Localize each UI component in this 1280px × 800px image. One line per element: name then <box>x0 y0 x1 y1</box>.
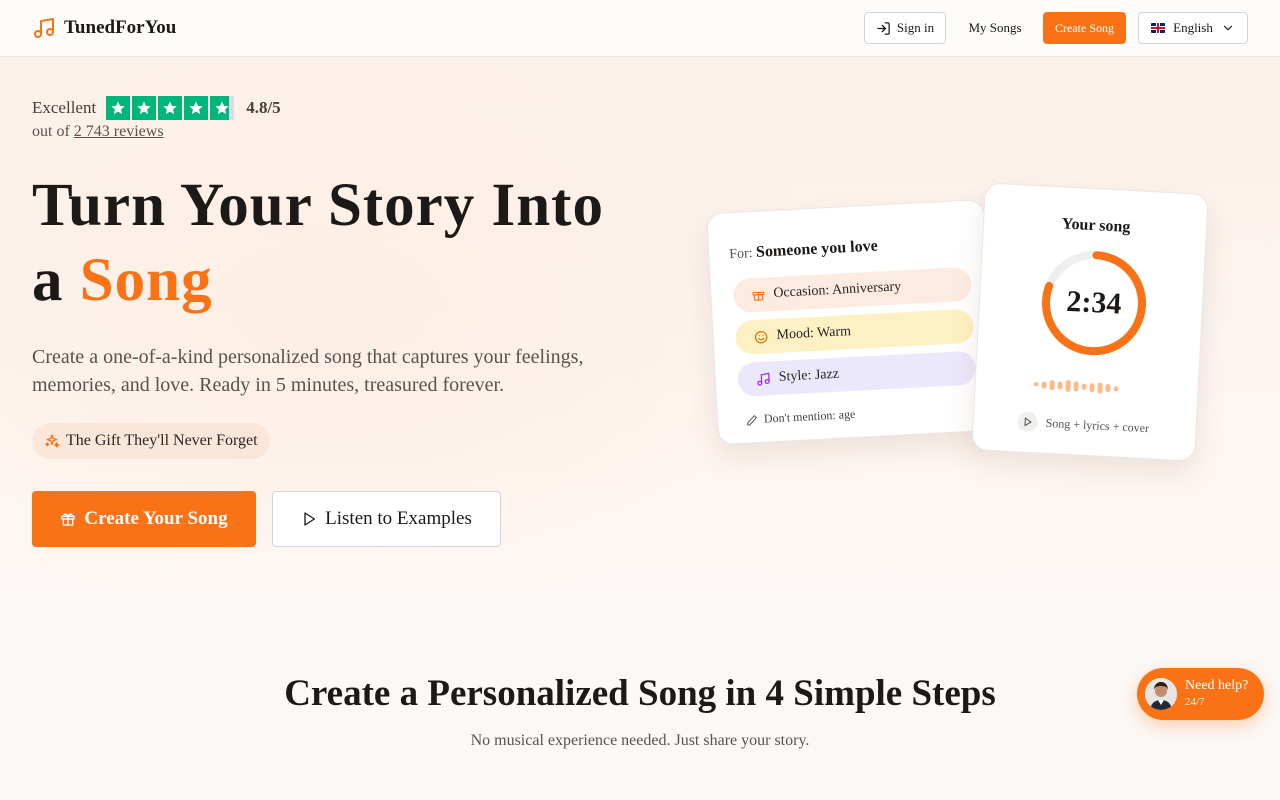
create-your-song-button[interactable]: Create Your Song <box>32 491 256 547</box>
pencil-icon <box>747 414 757 426</box>
sparkles-icon <box>45 434 60 448</box>
star-icon <box>184 96 209 120</box>
gift-icon <box>61 513 76 526</box>
help-availability: 24/7 <box>1185 696 1205 708</box>
song-duration: 2:34 <box>1065 284 1123 321</box>
rating-summary: Excellent 4.8/5 <box>32 96 281 120</box>
headline-a: a <box>32 247 64 314</box>
listen-examples-button[interactable]: Listen to Examples <box>272 491 501 547</box>
style-tag: Style: Jazz <box>736 350 977 397</box>
style-label: Style: Jazz <box>778 366 840 385</box>
play-icon[interactable] <box>1017 411 1039 433</box>
create-your-song-label: Create Your Song <box>84 508 228 529</box>
song-contents-label: Song + lyrics + cover <box>1045 415 1150 435</box>
sign-in-label: Sign in <box>896 20 935 35</box>
recipient-line: For: Someone you love <box>729 238 878 264</box>
occasion-tag: Occasion: Anniversary <box>732 266 973 314</box>
star-icon <box>132 96 157 120</box>
rating-score: 4.8/5 <box>246 98 281 117</box>
top-nav: TunedForYou Sign in My Songs Create Song… <box>0 0 1280 57</box>
listen-examples-label: Listen to Examples <box>325 508 472 529</box>
dont-mention-label: Don't mention: age <box>763 406 856 426</box>
gift-badge: The Gift They'll Never Forget <box>32 423 270 459</box>
reviews-link[interactable]: 2 743 reviews <box>74 123 164 140</box>
language-select[interactable]: English <box>1138 12 1248 44</box>
steps-heading: Create a Personalized Song in 4 Simple S… <box>284 673 996 714</box>
help-title: Need help? <box>1185 678 1249 693</box>
headline-line-1: Turn Your Story Into <box>32 172 604 239</box>
my-songs-link[interactable]: My Songs <box>960 12 1030 44</box>
waveform <box>1033 378 1119 394</box>
need-help-widget[interactable]: Need help? 24/7 <box>1137 668 1264 720</box>
steps-subheading: No musical experience needed. Just share… <box>470 732 810 749</box>
hero-headline: Turn Your Story Into a Song <box>32 168 672 318</box>
reviews-prefix: out of <box>32 123 70 140</box>
reviews-count: out of 2 743 reviews <box>32 123 164 141</box>
music-note-icon <box>757 372 770 386</box>
brand-name: TunedForYou <box>64 17 177 38</box>
your-song-card: Your song 2:34 Song + lyrics + cover <box>971 182 1209 462</box>
your-song-title: Your song <box>1061 215 1131 236</box>
log-in-icon <box>877 21 890 35</box>
star-icon <box>210 96 235 120</box>
for-label: For: <box>728 246 754 263</box>
play-icon <box>304 512 316 526</box>
headline-accent: Song <box>79 247 213 314</box>
brand-logo[interactable]: TunedForYou <box>32 16 176 40</box>
language-label: English <box>1173 20 1213 35</box>
help-text: Need help? 24/7 <box>1185 678 1248 710</box>
dont-mention-line: Don't mention: age <box>746 407 856 428</box>
song-brief-card: For: Someone you love Occasion: Annivers… <box>706 198 996 446</box>
song-contents: Song + lyrics + cover <box>1017 411 1149 438</box>
star-icon <box>158 96 183 120</box>
occasion-label: Occasion: Anniversary <box>773 279 902 302</box>
chevron-down-icon <box>1223 25 1232 31</box>
avatar <box>1145 678 1177 710</box>
mood-label: Mood: Warm <box>776 324 852 343</box>
rating-word: Excellent <box>32 98 97 117</box>
mood-tag: Mood: Warm <box>734 308 975 356</box>
headline-line-2: a Song <box>32 243 672 318</box>
star-icon <box>106 96 131 120</box>
smile-icon <box>754 330 768 343</box>
sign-in-button[interactable]: Sign in <box>864 12 946 44</box>
create-song-button[interactable]: Create Song <box>1043 12 1126 44</box>
star-rating <box>106 96 235 120</box>
music-note-icon <box>34 18 54 38</box>
gift-icon <box>752 291 765 301</box>
recipient-value: Someone you love <box>755 237 879 261</box>
gift-badge-label: The Gift They'll Never Forget <box>66 432 258 449</box>
hero-subtext: Create a one-of-a-kind personalized song… <box>32 346 584 396</box>
uk-flag-icon <box>1151 23 1166 33</box>
